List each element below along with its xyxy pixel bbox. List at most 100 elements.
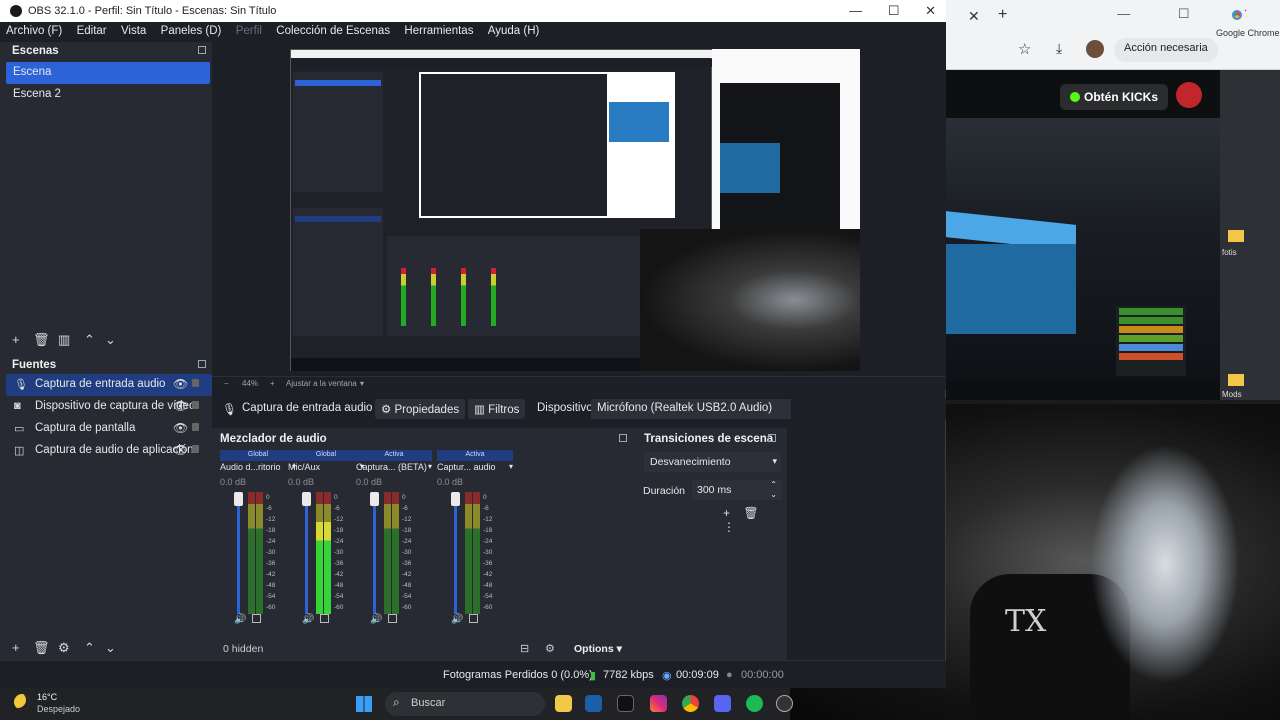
- duration-input[interactable]: 300 ms ⌃ ⌄: [692, 480, 782, 500]
- tiktok-icon[interactable]: [617, 695, 634, 712]
- move-up-icon[interactable]: ⌃: [84, 332, 95, 348]
- folder-icon[interactable]: [1228, 374, 1244, 386]
- menu-editar[interactable]: Editar: [71, 22, 112, 37]
- menu-paneles[interactable]: Paneles (D): [155, 22, 227, 37]
- trash-icon[interactable]: 🗑: [33, 332, 50, 348]
- more-icon[interactable]: ⋮: [723, 520, 735, 534]
- maximize-button[interactable]: ☐: [888, 3, 900, 18]
- download-icon[interactable]: ⤓: [1056, 40, 1062, 57]
- menu-herramientas[interactable]: Herramientas: [398, 22, 478, 37]
- kick-get-button[interactable]: Obtén KICKs: [1060, 84, 1169, 110]
- gear-icon[interactable]: ⚙: [545, 642, 555, 655]
- channel-settings-icon[interactable]: [469, 614, 478, 623]
- spotify-icon[interactable]: [746, 695, 763, 712]
- channel-settings-icon[interactable]: [320, 614, 329, 623]
- taskbar-search[interactable]: ⌕ Buscar: [385, 692, 545, 716]
- lock-icon[interactable]: [192, 401, 199, 409]
- channel-settings-icon[interactable]: [252, 614, 261, 623]
- move-down-icon[interactable]: ⌄: [105, 332, 116, 348]
- source-item[interactable]: ▭ Captura de pantalla 👁: [6, 418, 212, 440]
- properties-button[interactable]: ⚙ Propiedades: [375, 399, 466, 419]
- options-button[interactable]: Options ▾: [574, 643, 622, 655]
- undock-icon[interactable]: [768, 434, 776, 442]
- gear-icon[interactable]: ⚙: [58, 640, 70, 656]
- menu-archivo[interactable]: Archivo (F): [0, 22, 67, 37]
- chrome-window-controls[interactable]: — ☐ ✕: [1117, 6, 1270, 22]
- obs-taskbar-icon[interactable]: [776, 695, 793, 712]
- fit-window-label[interactable]: Ajustar a la ventana: [286, 379, 357, 388]
- source-item[interactable]: ◙ Dispositivo de captura de vídeo 👁: [6, 396, 212, 418]
- zoom-in-icon[interactable]: +: [270, 379, 275, 388]
- visibility-icon[interactable]: 👁: [173, 377, 188, 391]
- file-explorer-icon[interactable]: [555, 695, 572, 712]
- undock-icon[interactable]: [198, 46, 206, 54]
- moon-icon[interactable]: [14, 694, 30, 710]
- channel-name[interactable]: Captur... audio ▾: [437, 462, 513, 476]
- speaker-icon[interactable]: 🔊: [451, 614, 463, 625]
- menu-perfil[interactable]: Perfil: [230, 22, 267, 37]
- menu-coleccion[interactable]: Colección de Escenas: [270, 22, 395, 37]
- scene-item[interactable]: Escena: [6, 62, 210, 84]
- chevron-down-icon[interactable]: ▾: [360, 379, 364, 388]
- filter-icon[interactable]: ▥: [58, 332, 70, 348]
- filters-button[interactable]: ▥ Filtros: [468, 399, 526, 419]
- windows-start-icon[interactable]: [356, 696, 372, 712]
- speaker-icon[interactable]: 🔊: [234, 614, 246, 625]
- source-item[interactable]: ◫ Captura de audio de aplicación 👁: [6, 440, 212, 462]
- instagram-icon[interactable]: [650, 695, 667, 712]
- steam-icon[interactable]: [585, 695, 602, 712]
- visibility-icon[interactable]: 👁: [173, 443, 188, 457]
- volume-slider[interactable]: [373, 492, 376, 614]
- channel-name[interactable]: Mic/Aux ▾: [288, 462, 364, 476]
- layout-icon[interactable]: ⊟: [520, 642, 529, 655]
- profile-avatar[interactable]: [1086, 40, 1104, 58]
- kick-stream-video[interactable]: [946, 118, 1220, 380]
- add-icon[interactable]: +: [12, 332, 20, 347]
- source-item[interactable]: 🎙 Captura de entrada audio 👁: [6, 374, 212, 396]
- move-down-icon[interactable]: ⌄: [105, 640, 116, 656]
- visibility-icon[interactable]: 👁: [173, 421, 188, 435]
- volume-slider-handle[interactable]: [370, 492, 379, 506]
- channel-settings-icon[interactable]: [388, 614, 397, 623]
- kick-avatar[interactable]: [1176, 82, 1202, 108]
- preview-area[interactable]: [212, 42, 946, 376]
- minimize-button[interactable]: —: [849, 3, 862, 18]
- chrome-icon[interactable]: [682, 695, 699, 712]
- trash-icon[interactable]: 🗑: [743, 506, 758, 520]
- volume-slider-handle[interactable]: [451, 492, 460, 506]
- discord-icon[interactable]: [714, 695, 731, 712]
- close-tab-icon[interactable]: ✕: [968, 8, 980, 25]
- undock-icon[interactable]: [198, 360, 206, 368]
- volume-slider[interactable]: [305, 492, 308, 614]
- device-select[interactable]: Micrófono (Realtek USB2.0 Audio): [591, 399, 791, 419]
- volume-slider-handle[interactable]: [302, 492, 311, 506]
- close-button[interactable]: ✕: [925, 3, 936, 18]
- lock-icon[interactable]: [192, 379, 199, 387]
- chrome-icon[interactable]: [1228, 6, 1246, 24]
- lock-icon[interactable]: [192, 423, 199, 431]
- bookmark-star-icon[interactable]: ☆: [1018, 40, 1031, 58]
- speaker-icon[interactable]: 🔊: [302, 614, 314, 625]
- zoom-out-icon[interactable]: −: [224, 379, 229, 388]
- menu-ayuda[interactable]: Ayuda (H): [482, 22, 545, 37]
- scene-item[interactable]: Escena 2: [6, 84, 210, 106]
- channel-name[interactable]: Captura... (BETA) ▾: [356, 462, 432, 476]
- speaker-icon[interactable]: 🔊: [370, 614, 382, 625]
- undock-icon[interactable]: [619, 434, 627, 442]
- transition-select[interactable]: Desvanecimiento ▾: [644, 452, 781, 472]
- volume-slider[interactable]: [454, 492, 457, 614]
- folder-icon[interactable]: [1228, 230, 1244, 242]
- new-tab-icon[interactable]: +: [998, 6, 1007, 24]
- preview-canvas[interactable]: [290, 49, 860, 371]
- menu-vista[interactable]: Vista: [115, 22, 151, 37]
- spinner-icon[interactable]: ⌃ ⌄: [770, 480, 777, 500]
- add-icon[interactable]: +: [723, 506, 730, 520]
- visibility-icon[interactable]: 👁: [173, 399, 188, 413]
- volume-slider[interactable]: [237, 492, 240, 614]
- channel-name[interactable]: Audio d...ritorio ▾: [220, 462, 296, 476]
- volume-slider-handle[interactable]: [234, 492, 243, 506]
- lock-icon[interactable]: [192, 445, 199, 453]
- add-icon[interactable]: +: [12, 640, 20, 655]
- trash-icon[interactable]: 🗑: [33, 640, 50, 656]
- move-up-icon[interactable]: ⌃: [84, 640, 95, 656]
